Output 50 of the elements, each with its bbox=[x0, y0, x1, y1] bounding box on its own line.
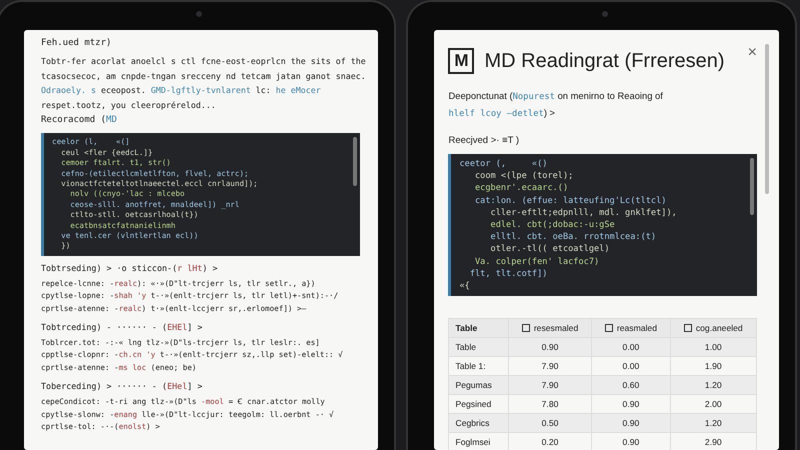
table-cell: 0.60 bbox=[592, 376, 670, 395]
paragraph: Tobtr-fer acorlat anoelcl s ctl fcne-eost-eoprlcn the sits of the tcasocsecoc, am cnpde-tngan srecceny nd tetcam jatan ganot snaec. Odraoely. s eceopost. GMD-lgftly-tvnlarent lc: he eMocer respet.tootz, you cleeroprérelod... bbox=[41, 55, 367, 112]
logo-icon: M bbox=[448, 48, 474, 74]
table-cell: 0.90 bbox=[508, 338, 592, 357]
section-heading: Tobtrseding) > ·o sticcon-(r lHt) > bbox=[41, 262, 218, 273]
code-line: coom <(lpe (torel); bbox=[474, 170, 574, 182]
scrollbar[interactable] bbox=[765, 44, 769, 194]
code-line: ecgbenr'.ecaarc.() bbox=[474, 182, 570, 195]
table-cell: Cegbrics bbox=[448, 414, 508, 433]
table-cell: 1.00 bbox=[670, 338, 756, 357]
code-line: flt, tlt.cotf]) bbox=[468, 268, 548, 280]
table-cell: 0.90 bbox=[592, 414, 670, 433]
section-heading: Feh.ued mtzr) bbox=[41, 38, 112, 48]
link[interactable]: GMD-lgftly-tvnlarent bbox=[150, 85, 251, 96]
column-header: reasmaled bbox=[592, 318, 670, 338]
table-cell: Table bbox=[448, 338, 508, 357]
dialog-title: MD Readingrat (Frreresen) bbox=[484, 50, 725, 72]
section-label: Reecjved >· ≡T ) bbox=[448, 135, 520, 146]
link[interactable]: hlelf lcoy –detlet bbox=[448, 109, 544, 119]
link[interactable]: he eMocer bbox=[276, 85, 321, 96]
code-line: otler.-tl(( etcoatlgel) bbox=[490, 243, 611, 256]
table-cell: 7.90 bbox=[508, 376, 592, 395]
code-line: Va. colper(fen' lacfoc7) bbox=[474, 256, 600, 268]
description: Deeponctunat (Nopurest on menirno to Reaoing of hlelf lcoy –detlet) > bbox=[448, 89, 664, 121]
table-cell: 0.00 bbox=[592, 338, 670, 357]
table-cell: 1.20 bbox=[670, 414, 756, 433]
close-button[interactable]: × bbox=[748, 44, 757, 62]
camera-icon bbox=[196, 11, 202, 17]
code-line: ceetor (, «() bbox=[459, 158, 548, 170]
table-cell: 0.50 bbox=[508, 414, 592, 433]
link[interactable]: Odraoely. s bbox=[41, 85, 96, 96]
code-line: cat:lon. (effue: latteufing'Lc(tltcl) bbox=[474, 194, 668, 207]
camera-icon bbox=[602, 11, 608, 17]
column-header: resesmaled bbox=[508, 318, 592, 338]
table-cell: Foglmsei bbox=[448, 432, 508, 450]
scrollbar[interactable] bbox=[750, 158, 754, 215]
link[interactable]: MD bbox=[106, 115, 117, 126]
code-line: elltl. cbt. oeBa. rrotnmlcea:(t) bbox=[490, 231, 658, 244]
table-cell: 1.20 bbox=[670, 376, 756, 395]
code-line: edlel. cbt(;dobac:-u:gSe bbox=[490, 219, 616, 232]
section-heading: Toberceding) > ······ - (EHel] > bbox=[41, 381, 204, 392]
link[interactable]: Nopurest bbox=[512, 92, 555, 102]
table-cell: Pegumas bbox=[448, 376, 508, 395]
code-line: cller-eftlt;edpnlll, mdl. gnklfet]), bbox=[490, 206, 678, 220]
subheading: Recoracomd (MD bbox=[41, 115, 118, 126]
scrollbar[interactable] bbox=[353, 137, 358, 186]
column-header: cog.aneeled bbox=[670, 318, 756, 338]
section-heading: Tobtrceding) - ······ - (EHEl] > bbox=[41, 322, 204, 332]
column-header: Table bbox=[448, 318, 508, 338]
code-line: «{ bbox=[459, 280, 471, 292]
